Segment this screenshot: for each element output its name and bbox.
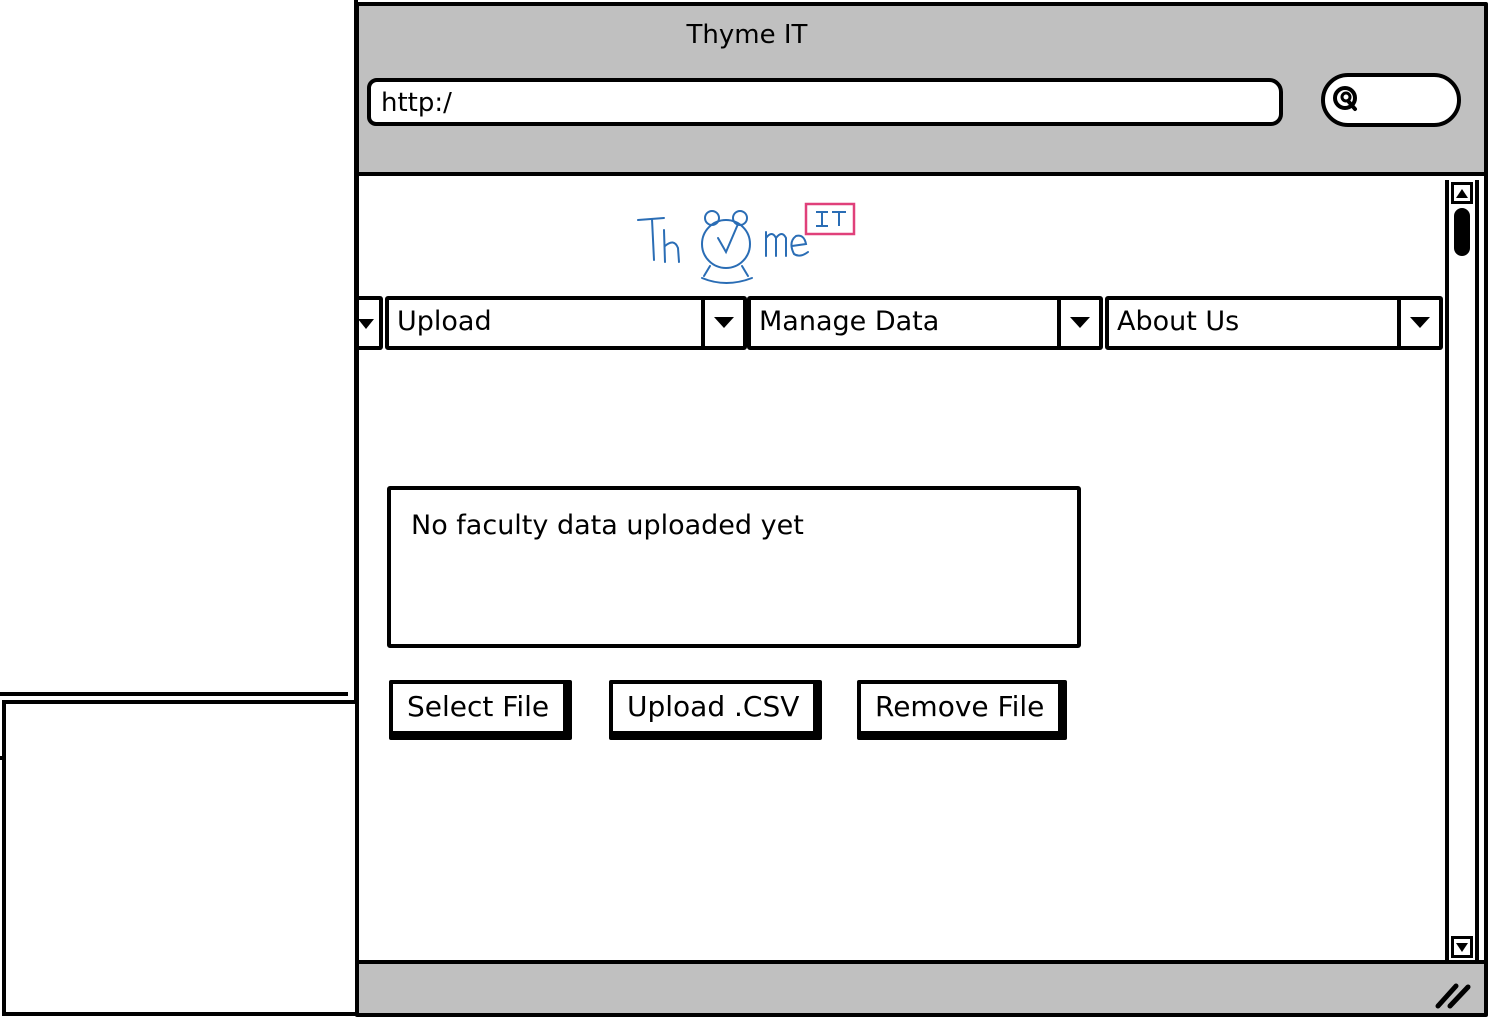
upload-status-box: No faculty data uploaded yet: [387, 486, 1081, 648]
remove-file-button[interactable]: Remove File: [857, 680, 1068, 740]
page-content: Upload Manage Data About Us No faculty d…: [359, 180, 1447, 960]
title-bar: Thyme IT http:/: [359, 6, 1484, 176]
nav-about-us[interactable]: About Us: [1105, 296, 1443, 350]
arrow-down-icon[interactable]: [1451, 936, 1473, 958]
background-window-lower: [2, 700, 362, 1016]
nav-dropdown-hidden[interactable]: [359, 296, 383, 350]
search-input[interactable]: [1321, 73, 1461, 127]
select-file-button[interactable]: Select File: [389, 680, 573, 740]
search-icon: [1333, 86, 1357, 111]
nav-about-us-label: About Us: [1117, 306, 1240, 337]
thyme-it-logo: [637, 202, 856, 284]
nav-manage-data[interactable]: Manage Data: [747, 296, 1103, 350]
background-window: [0, 0, 358, 760]
window-title: Thyme IT: [686, 20, 808, 50]
status-bar: [359, 960, 1484, 1013]
resize-grip-icon[interactable]: [1434, 980, 1472, 1010]
url-input[interactable]: http:/: [367, 78, 1283, 126]
chevron-down-icon[interactable]: [701, 300, 743, 346]
chevron-down-icon[interactable]: [1057, 300, 1099, 346]
scrollbar-thumb[interactable]: [1454, 208, 1470, 256]
nav-bar: Upload Manage Data About Us: [359, 296, 1447, 352]
browser-window: Thyme IT http:/ Upload Manage Data About…: [355, 2, 1488, 1017]
upload-csv-button[interactable]: Upload .CSV: [609, 680, 823, 740]
nav-manage-data-label: Manage Data: [759, 306, 940, 337]
arrow-up-icon[interactable]: [1451, 182, 1473, 204]
upload-status-message: No faculty data uploaded yet: [411, 510, 804, 541]
vertical-scrollbar[interactable]: [1445, 180, 1479, 960]
nav-upload[interactable]: Upload: [385, 296, 747, 350]
nav-upload-label: Upload: [397, 306, 492, 337]
chevron-down-icon[interactable]: [1397, 300, 1439, 346]
